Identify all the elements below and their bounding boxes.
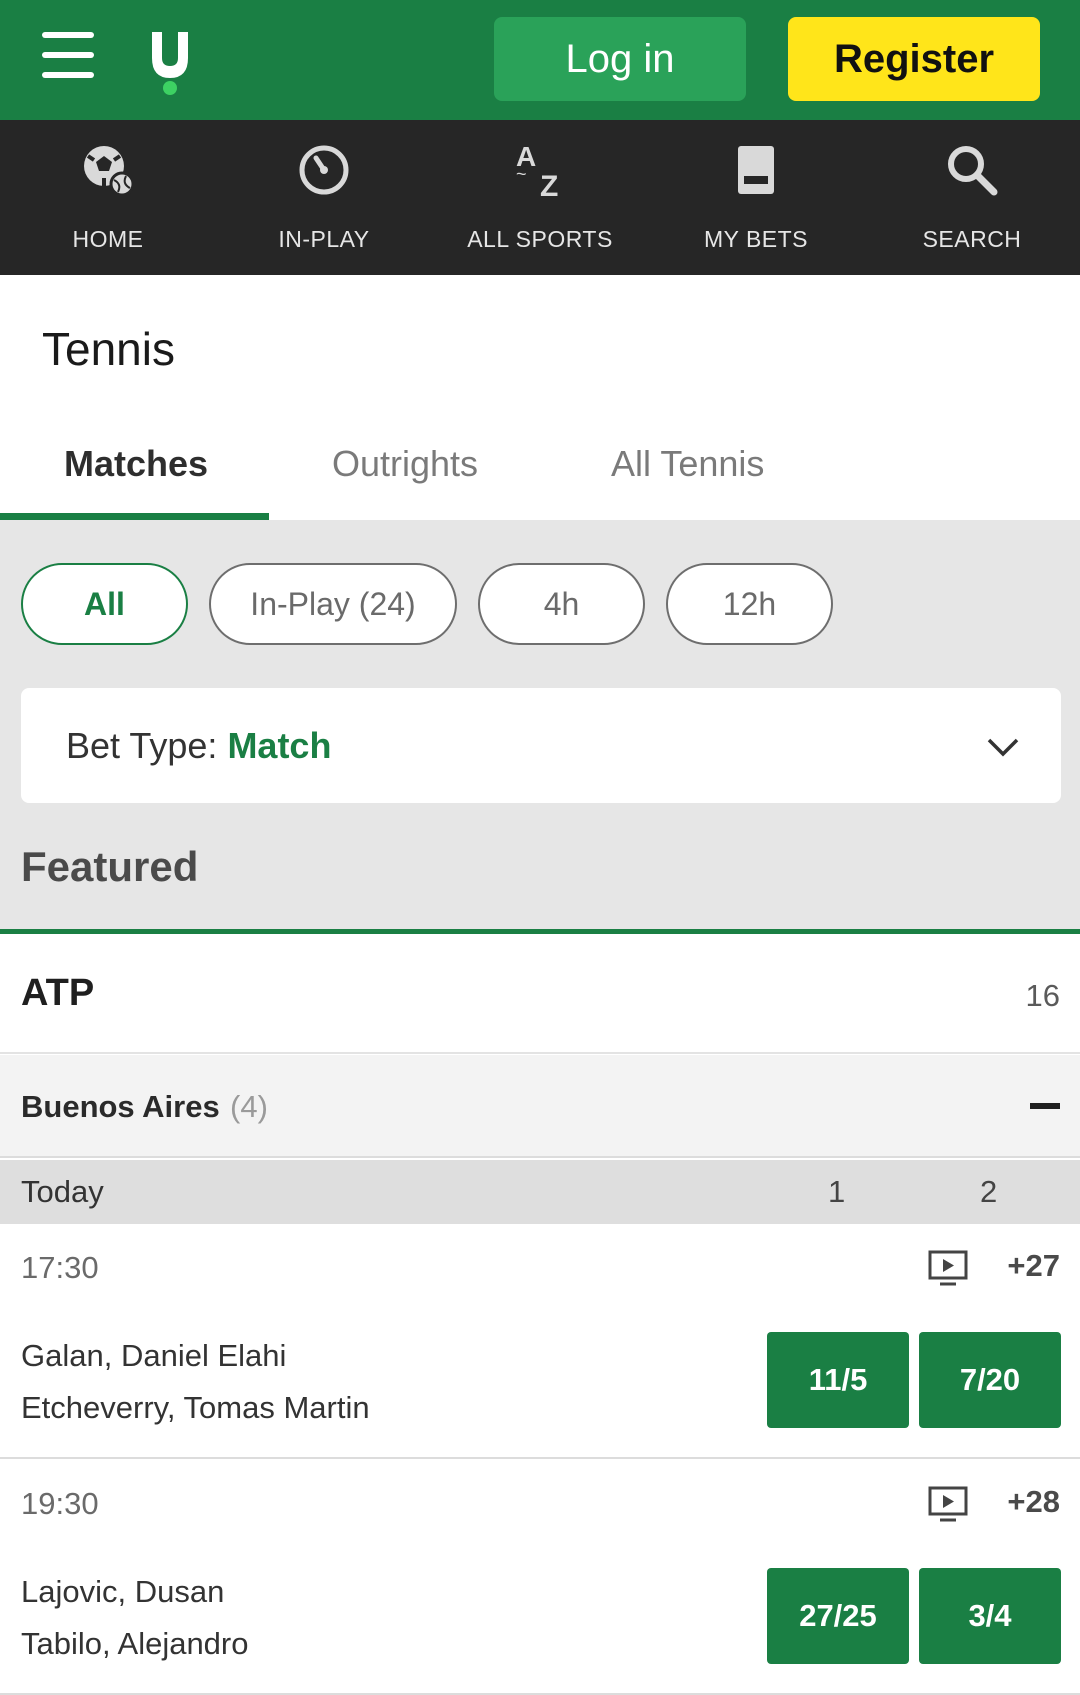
filter-all[interactable]: All — [21, 563, 188, 645]
svg-text:Z: Z — [540, 170, 558, 200]
nav-my-bets[interactable]: MY BETS — [648, 120, 864, 275]
live-stream-icon — [928, 1250, 968, 1286]
featured-heading: Featured — [21, 843, 199, 890]
player-home: Galan, Daniel Elahi — [21, 1338, 287, 1373]
competition-row[interactable]: Buenos Aires (4) — [0, 1055, 1080, 1158]
tab-outrights[interactable]: Outrights — [332, 443, 478, 485]
bet-type-dropdown[interactable]: Bet Type: Match — [21, 688, 1061, 803]
nav-label: HOME — [72, 226, 144, 252]
nav-all-sports[interactable]: A ~ Z ALL SPORTS — [432, 120, 648, 275]
column-header-1: 1 — [828, 1174, 846, 1209]
match-row[interactable]: 17:30 +27 Galan, Daniel Elahi Etcheverry… — [0, 1224, 1080, 1459]
odds-button-2[interactable]: 7/20 — [919, 1332, 1061, 1428]
nav-search[interactable]: SEARCH — [864, 120, 1080, 275]
league-row[interactable]: ATP 16 — [0, 934, 1080, 1054]
match-row[interactable]: 19:30 +28 Lajovic, Dusan Tabilo, Alejand… — [0, 1460, 1080, 1695]
match-time: 19:30 — [21, 1486, 99, 1521]
svg-text:~: ~ — [516, 164, 527, 184]
menu-icon[interactable] — [42, 32, 96, 82]
more-markets-link[interactable]: +28 — [1007, 1484, 1060, 1520]
page-title: Tennis — [42, 323, 175, 375]
active-tab-indicator — [0, 513, 269, 520]
more-markets-link[interactable]: +27 — [1007, 1248, 1060, 1284]
bet-type-label: Bet Type: — [66, 724, 218, 766]
search-icon — [942, 140, 1002, 200]
player-home: Lajovic, Dusan — [21, 1574, 225, 1609]
odds-button-1[interactable]: 27/25 — [767, 1568, 909, 1664]
tab-bar: Matches Outrights All Tennis — [0, 425, 1080, 520]
filter-12h[interactable]: 12h — [666, 563, 833, 645]
date-header: Today 1 2 — [0, 1160, 1080, 1224]
competition-count: (4) — [230, 1089, 268, 1124]
top-bar: Log in Register — [0, 0, 1080, 120]
brand-logo[interactable] — [150, 28, 190, 98]
a-to-z-icon: A ~ Z — [510, 140, 570, 200]
column-header-2: 2 — [980, 1174, 998, 1209]
live-stream-icon — [928, 1486, 968, 1522]
nav-label: MY BETS — [703, 226, 809, 252]
register-button[interactable]: Register — [788, 17, 1040, 101]
tab-all-tennis[interactable]: All Tennis — [611, 443, 764, 485]
nav-label: SEARCH — [922, 226, 1022, 252]
odds-button-2[interactable]: 3/4 — [919, 1568, 1061, 1664]
main-nav: HOME IN-PLAY A ~ Z ALL SPORTS MY BETS SE… — [0, 120, 1080, 275]
nav-label: ALL SPORTS — [467, 226, 613, 252]
betslip-icon — [726, 140, 786, 200]
player-away: Tabilo, Alejandro — [21, 1626, 249, 1661]
tab-matches[interactable]: Matches — [64, 443, 208, 485]
nav-home[interactable]: HOME — [0, 120, 216, 275]
chevron-down-icon — [987, 738, 1019, 757]
bet-type-value: Match — [227, 724, 332, 766]
collapse-icon[interactable] — [1030, 1103, 1060, 1109]
competition-name: Buenos Aires — [21, 1089, 220, 1124]
filter-4h[interactable]: 4h — [478, 563, 645, 645]
filter-in-play[interactable]: In-Play (24) — [209, 563, 457, 645]
odds-button-1[interactable]: 11/5 — [767, 1332, 909, 1428]
date-label: Today — [21, 1174, 104, 1209]
player-away: Etcheverry, Tomas Martin — [21, 1390, 370, 1425]
stopwatch-icon — [294, 140, 354, 200]
nav-in-play[interactable]: IN-PLAY — [216, 120, 432, 275]
match-time: 17:30 — [21, 1250, 99, 1285]
league-name: ATP — [21, 972, 95, 1014]
nav-label: IN-PLAY — [278, 226, 370, 252]
league-count: 16 — [1025, 978, 1060, 1013]
login-button[interactable]: Log in — [494, 17, 746, 101]
football-tennis-ball-icon — [78, 140, 138, 200]
